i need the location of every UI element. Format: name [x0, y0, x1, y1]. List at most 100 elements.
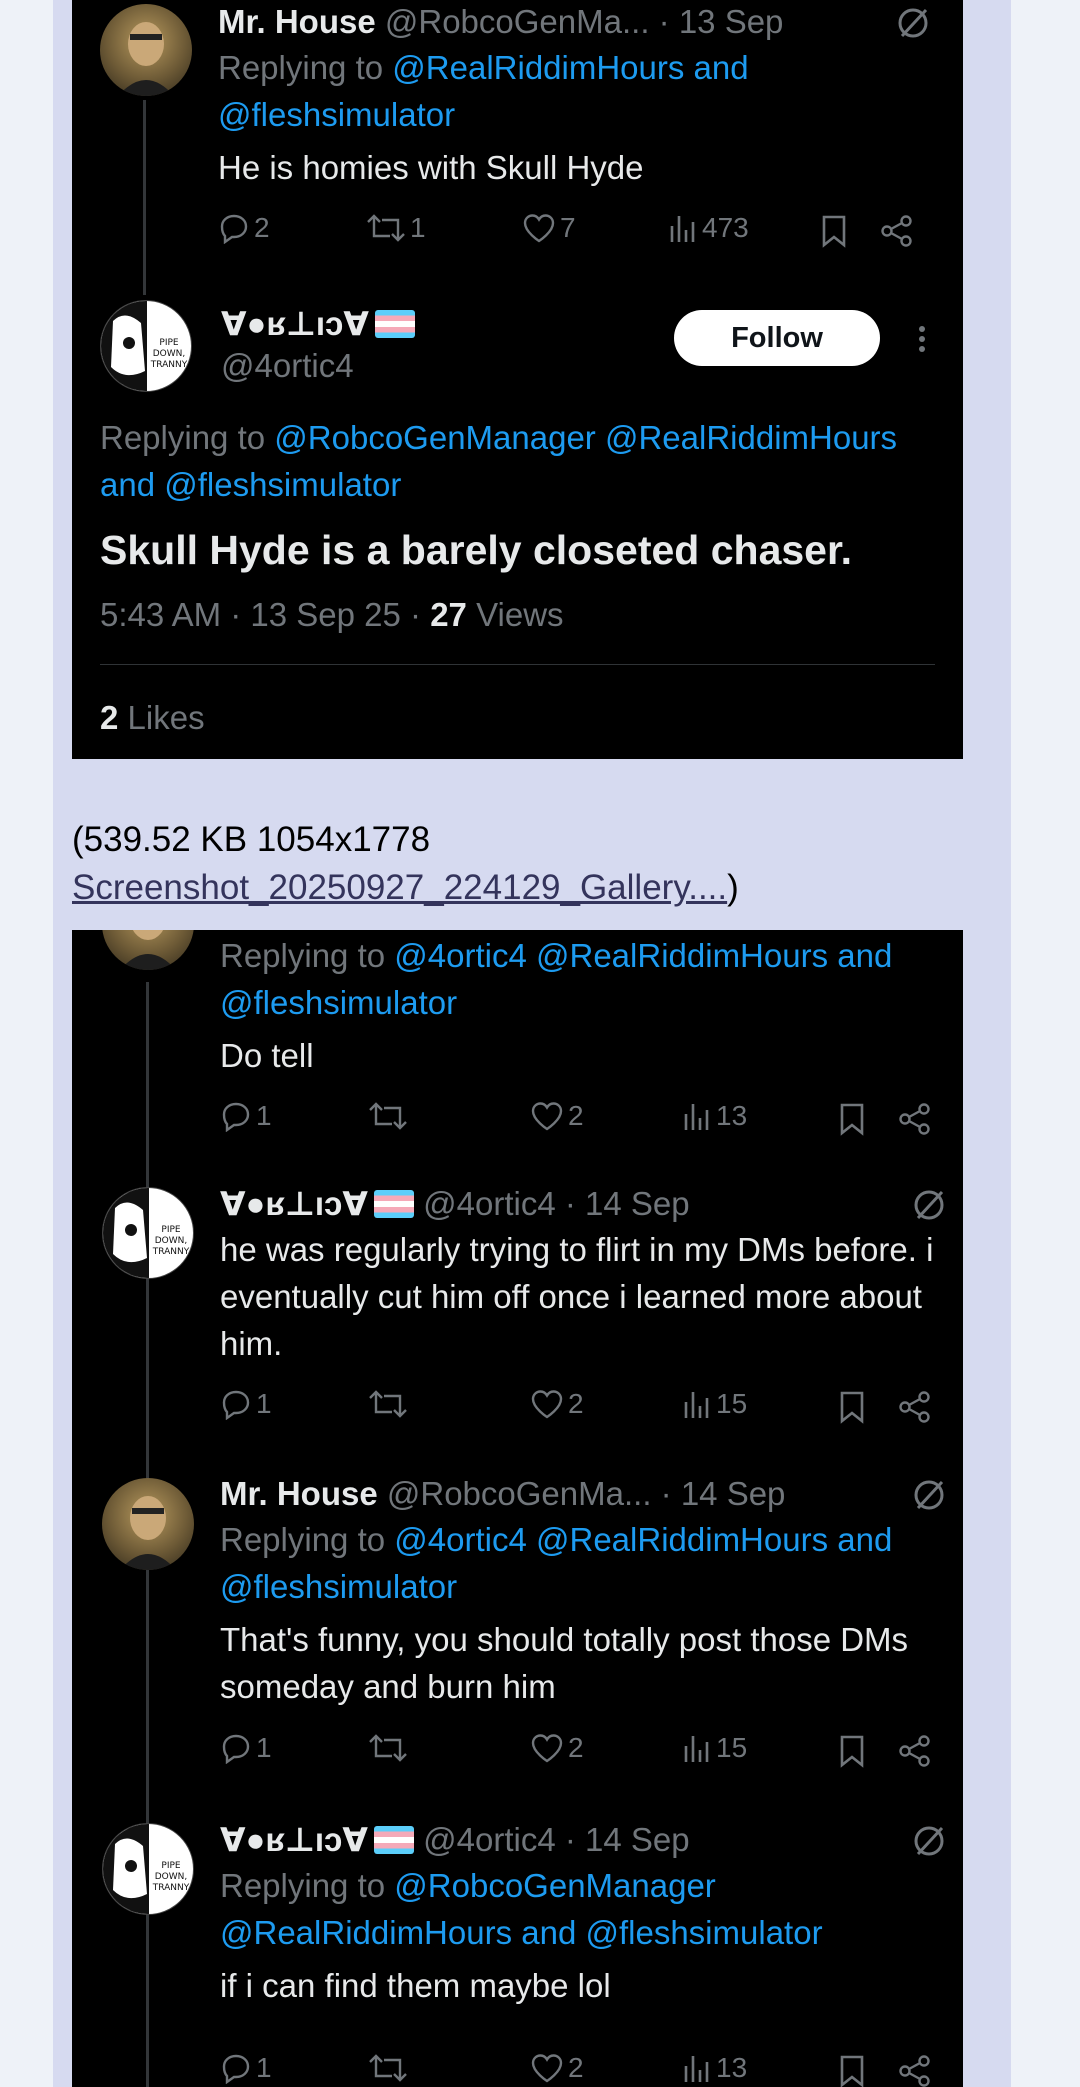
views-count: 13 — [716, 1100, 748, 1131]
tweet-reply: Mr. House @RobcoGenMa... · 13 Sep Replyi… — [218, 0, 951, 191]
mention-link[interactable]: @fleshsimulator — [220, 984, 457, 1021]
bookmark-icon[interactable] — [838, 2054, 866, 2087]
divider — [100, 664, 935, 665]
handle-time: @RobcoGenMa... · 14 Sep — [386, 1475, 786, 1512]
replying-prefix: Replying to — [220, 1867, 386, 1904]
like-button[interactable]: 7 — [522, 212, 576, 244]
share-icon[interactable] — [898, 2054, 932, 2087]
retweet-icon — [369, 2054, 407, 2082]
bookmark-icon[interactable] — [838, 1390, 866, 1424]
tweet-header: Ɐ●ʁ⊥ıɔⱯ @4ortic4 · 14 Sep — [220, 1818, 951, 1862]
replying-to: Replying to @4ortic4 @RealRiddimHours an… — [220, 1516, 951, 1610]
more-icon[interactable] — [910, 320, 934, 358]
views-button[interactable]: 15 — [682, 1732, 747, 1764]
views-button[interactable]: 13 — [682, 2052, 747, 2084]
like-button[interactable]: 2 — [530, 1100, 584, 1132]
author-handle[interactable]: @4ortic4 — [221, 346, 415, 386]
reply-icon — [222, 2054, 250, 2084]
view-count: 473 — [702, 212, 749, 243]
replying-prefix: Replying to — [220, 937, 386, 974]
mention-link[interactable]: @RealRiddimHours and — [392, 49, 748, 86]
tweet-text: he was regularly trying to flirt in my D… — [220, 1231, 934, 1362]
avatar[interactable] — [102, 930, 194, 970]
reply-button[interactable]: 1 — [220, 1732, 272, 1764]
views-icon — [684, 1104, 709, 1130]
file-size: (539.52 KB 1054x1778 — [72, 820, 431, 859]
tweet-timestamp[interactable]: 5:43 AM · 13 Sep 25 · — [100, 596, 430, 633]
reply-button[interactable]: 1 — [220, 1100, 272, 1132]
svg-text:PIPE: PIPE — [161, 1861, 181, 1871]
embedded-screenshot-2[interactable]: Replying to @4ortic4 @RealRiddimHours an… — [72, 930, 963, 2087]
like-icon — [531, 1390, 563, 1419]
views-icon — [684, 1392, 709, 1418]
follow-button[interactable]: Follow — [674, 310, 880, 366]
avatar[interactable]: PIPE DOWN, TRANNY — [102, 1187, 194, 1279]
author-name[interactable]: Mr. House — [220, 1475, 378, 1512]
retweet-button[interactable] — [368, 1388, 408, 1420]
views-count: 15 — [716, 1388, 748, 1419]
mention-link[interactable]: and @fleshsimulator — [100, 466, 401, 503]
author-name[interactable]: Ɐ●ʁ⊥ıɔⱯ — [220, 1185, 368, 1222]
views-icon — [684, 1736, 709, 1762]
retweet-icon — [367, 214, 405, 242]
share-icon[interactable] — [898, 1390, 932, 1424]
reply-count: 1 — [256, 1100, 272, 1131]
share-icon[interactable] — [898, 1102, 932, 1136]
mention-link[interactable]: @fleshsimulator — [220, 1568, 457, 1605]
grok-icon[interactable] — [910, 1476, 948, 1514]
views-button[interactable]: 13 — [682, 1100, 747, 1132]
retweet-icon — [369, 1734, 407, 1762]
mention-link[interactable]: @RealRiddimHours and @fleshsimulator — [220, 1914, 823, 1951]
avatar[interactable] — [102, 1478, 194, 1570]
grok-icon[interactable] — [910, 1186, 948, 1224]
retweet-button[interactable] — [368, 1100, 408, 1132]
bookmark-icon[interactable] — [838, 1102, 866, 1136]
grok-icon[interactable] — [910, 1822, 948, 1860]
author-name[interactable]: Mr. House — [218, 3, 376, 40]
share-icon[interactable] — [898, 1734, 932, 1768]
mention-link[interactable]: @4ortic4 @RealRiddimHours and — [394, 1521, 892, 1558]
replying-to: Replying to @RobcoGenManager @RealRiddim… — [100, 414, 897, 508]
reply-count: 2 — [254, 212, 270, 243]
file-link[interactable]: Screenshot_20250927_224129_Gallery.... — [72, 868, 727, 907]
author-name[interactable]: Ɐ●ʁ⊥ıɔⱯ — [221, 305, 369, 342]
tweet-reply: Replying to @4ortic4 @RealRiddimHours an… — [220, 932, 951, 1079]
reply-button[interactable]: 1 — [220, 2052, 272, 2084]
mention-link[interactable]: @RobcoGenManager — [394, 1867, 716, 1904]
author-name[interactable]: Ɐ●ʁ⊥ıɔⱯ — [220, 1821, 368, 1858]
tweet-meta: 5:43 AM · 13 Sep 25 · 27 Views — [100, 592, 564, 638]
mention-link[interactable]: @4ortic4 @RealRiddimHours and — [394, 937, 892, 974]
svg-text:DOWN,: DOWN, — [155, 1872, 188, 1882]
reply-count: 1 — [256, 1388, 272, 1419]
bookmark-icon[interactable] — [838, 1734, 866, 1768]
replying-to: Replying to @RobcoGenManager @RealRiddim… — [220, 1862, 951, 1956]
replying-prefix: Replying to — [220, 1521, 386, 1558]
like-button[interactable]: 2 — [530, 2052, 584, 2084]
retweet-button[interactable] — [368, 1732, 408, 1764]
retweet-button[interactable]: 1 — [366, 212, 426, 244]
retweet-button[interactable] — [368, 2052, 408, 2084]
likes-label: Likes — [118, 699, 205, 736]
likes-count: 2 — [100, 699, 119, 736]
avatar[interactable]: PIPE DOWN, TRANNY — [102, 1823, 194, 1915]
image-caption: (539.52 KB 1054x1778 Screenshot_20250927… — [72, 816, 739, 912]
mention-link[interactable]: @RobcoGenManager @RealRiddimHours — [274, 419, 897, 456]
svg-text:DOWN,: DOWN, — [155, 1236, 188, 1246]
views-button[interactable]: 473 — [668, 212, 749, 244]
reply-count: 1 — [256, 1732, 272, 1763]
like-button[interactable]: 2 — [530, 1732, 584, 1764]
embedded-screenshot-1[interactable]: Mr. House @RobcoGenMa... · 13 Sep Replyi… — [72, 0, 963, 759]
mention-link[interactable]: @fleshsimulator — [218, 96, 455, 133]
reply-button[interactable]: 1 — [220, 1388, 272, 1420]
share-icon[interactable] — [880, 214, 914, 248]
views-button[interactable]: 15 — [682, 1388, 747, 1420]
views-count: 13 — [716, 2052, 748, 2083]
bookmark-icon[interactable] — [820, 214, 848, 248]
trans-flag-icon — [374, 310, 415, 338]
avatar[interactable] — [100, 4, 192, 96]
likes-summary[interactable]: 2 Likes — [100, 696, 205, 740]
avatar[interactable]: PIPE DOWN, TRANNY — [100, 300, 192, 392]
reply-button[interactable]: 2 — [218, 212, 270, 244]
grok-icon[interactable] — [894, 4, 932, 42]
like-button[interactable]: 2 — [530, 1388, 584, 1420]
